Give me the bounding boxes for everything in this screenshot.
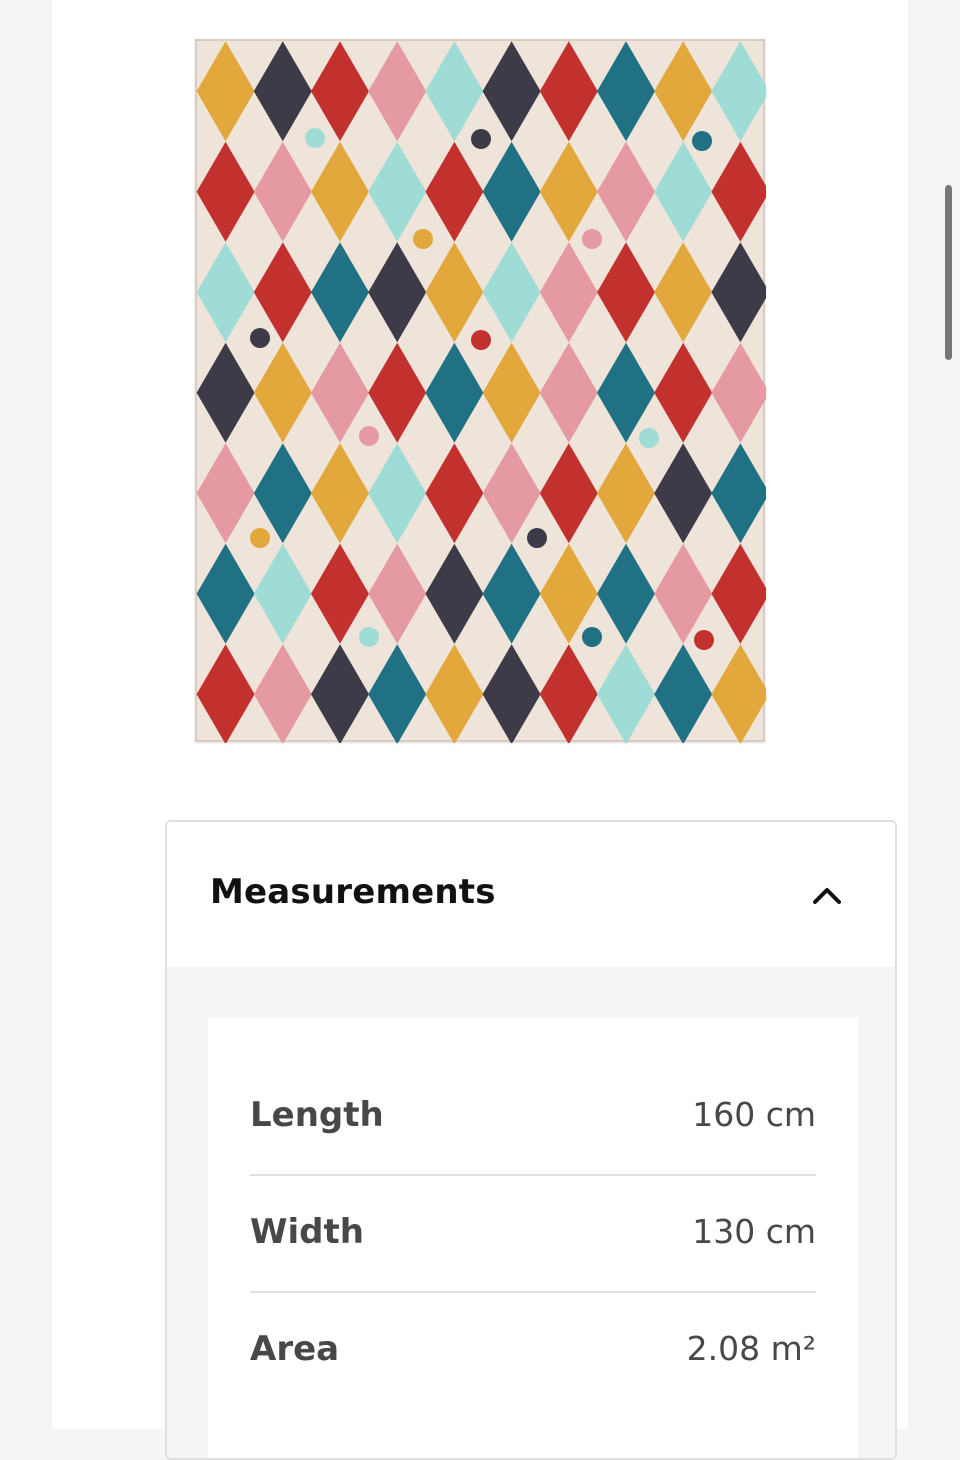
measurement-label: Area [250, 1329, 340, 1369]
rug-illustration [195, 39, 766, 743]
chevron-up-icon[interactable] [809, 880, 845, 910]
measurements-body: Length 160 cm Width 130 cm Area 2.08 m² [167, 967, 895, 1458]
measurement-label: Length [250, 1095, 384, 1135]
measurements-header[interactable]: Measurements [167, 822, 895, 967]
measurements-table: Length 160 cm Width 130 cm Area 2.08 m² [208, 1018, 858, 1458]
measurement-row-area: Area 2.08 m² [250, 1293, 816, 1410]
measurement-value: 2.08 m² [686, 1329, 816, 1368]
measurement-row-width: Width 130 cm [250, 1176, 816, 1293]
scrollbar-thumb[interactable] [945, 185, 952, 360]
measurement-label: Width [250, 1212, 364, 1252]
product-page: Measurements Length 160 cm Width 130 cm … [52, 0, 908, 1460]
measurements-accordion: Measurements Length 160 cm Width 130 cm … [165, 820, 897, 1460]
measurement-value: 130 cm [692, 1212, 816, 1251]
measurement-value: 160 cm [692, 1095, 816, 1134]
measurement-row-length: Length 160 cm [250, 1059, 816, 1176]
measurements-title: Measurements [210, 872, 496, 912]
product-image[interactable] [194, 38, 766, 743]
